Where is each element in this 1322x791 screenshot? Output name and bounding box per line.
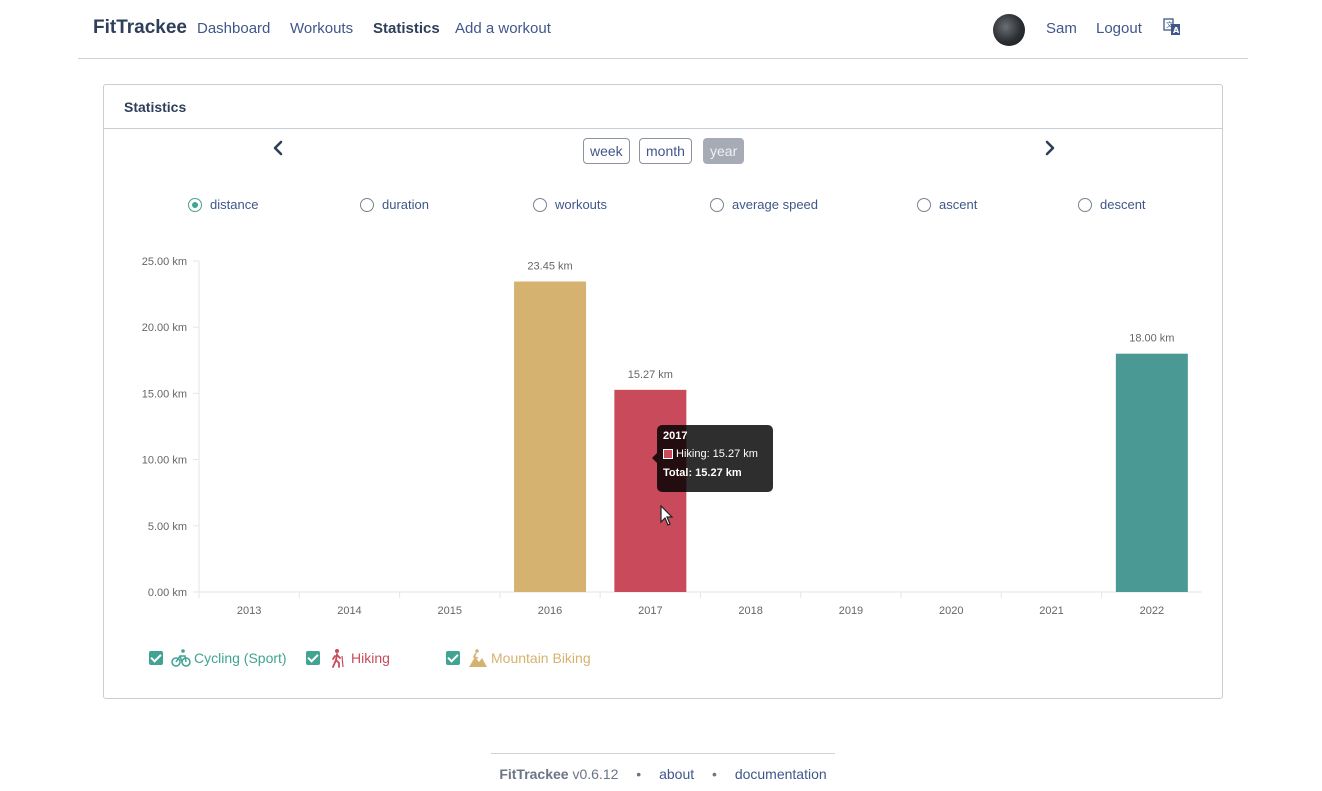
about-link[interactable]: about [659, 766, 694, 782]
checkbox-checked-icon[interactable] [306, 651, 320, 665]
footer-version: v0.6.12 [572, 766, 619, 782]
svg-text:A: A [1173, 26, 1180, 35]
hiking-icon [332, 649, 344, 668]
radio-circle-icon [360, 197, 374, 212]
metric-ascent-radio[interactable]: ascent [917, 197, 977, 212]
metric-average-speed-radio[interactable]: average speed [710, 197, 818, 212]
statistics-card: Statistics week month year distance dura… [103, 84, 1223, 699]
tooltip-line: Hiking: 15.27 km [676, 448, 758, 460]
nav-statistics[interactable]: Statistics [373, 20, 440, 37]
cycling-icon [171, 649, 191, 667]
metric-label: ascent [939, 197, 978, 212]
navbar: FitTrackee Dashboard Workouts Statistics… [78, 0, 1248, 59]
next-arrow-icon[interactable] [1043, 140, 1057, 156]
period-year-button[interactable]: year [703, 138, 745, 164]
legend-label: Mountain Biking [491, 650, 591, 666]
period-month-button[interactable]: month [639, 138, 692, 164]
legend-cycling[interactable]: Cycling (Sport) [149, 648, 287, 668]
mountain-biking-icon [469, 649, 487, 667]
radio-circle-icon [533, 197, 547, 212]
legend-mountain-biking[interactable]: Mountain Biking [446, 648, 591, 668]
radio-circle-icon [188, 197, 202, 212]
chart-tooltip: 2017 Hiking: 15.27 km Total: 15.27 km [652, 425, 773, 492]
nav-dashboard[interactable]: Dashboard [197, 20, 270, 37]
previous-arrow-icon[interactable] [271, 140, 285, 156]
translate-icon[interactable]: 文 A [1163, 18, 1181, 36]
mouse-cursor-icon [660, 505, 674, 526]
legend-hiking[interactable]: Hiking [306, 648, 390, 668]
metric-workouts-radio[interactable]: workouts [533, 197, 607, 212]
legend-label: Cycling (Sport) [194, 650, 287, 666]
avatar[interactable] [993, 14, 1025, 46]
metric-label: workouts [555, 197, 608, 212]
footer-separator: • [636, 766, 642, 782]
metric-label: duration [382, 197, 429, 212]
brand-logo[interactable]: FitTrackee [93, 17, 187, 39]
metric-label: average speed [732, 197, 819, 212]
card-title: Statistics [104, 85, 1222, 129]
metric-duration-radio[interactable]: duration [360, 197, 429, 212]
tooltip-total: Total: 15.27 km [663, 467, 742, 479]
nav-user[interactable]: Sam [1046, 20, 1077, 37]
footer-separator: • [712, 766, 717, 782]
metric-label: distance [210, 197, 259, 212]
legend-label: Hiking [351, 650, 390, 666]
radio-circle-icon [917, 197, 931, 212]
nav-add-workout[interactable]: Add a workout [455, 20, 551, 37]
metric-label: descent [1100, 197, 1146, 212]
checkbox-checked-icon[interactable] [149, 651, 163, 665]
radio-circle-icon [710, 197, 724, 212]
checkbox-checked-icon[interactable] [446, 651, 460, 665]
documentation-link[interactable]: documentation [735, 766, 827, 782]
svg-text:文: 文 [1166, 20, 1173, 29]
period-week-button[interactable]: week [583, 138, 630, 164]
footer-brand: FitTrackee [499, 766, 569, 782]
metric-descent-radio[interactable]: descent [1078, 197, 1146, 212]
tooltip-swatch [663, 449, 673, 459]
metric-distance-radio[interactable]: distance [188, 197, 258, 212]
tooltip-title: 2017 [663, 430, 688, 442]
footer: FitTrackee v0.6.12 • about • documentati… [491, 753, 835, 782]
radio-circle-icon [1078, 197, 1092, 212]
nav-workouts[interactable]: Workouts [290, 20, 353, 37]
logout-link[interactable]: Logout [1096, 20, 1142, 37]
